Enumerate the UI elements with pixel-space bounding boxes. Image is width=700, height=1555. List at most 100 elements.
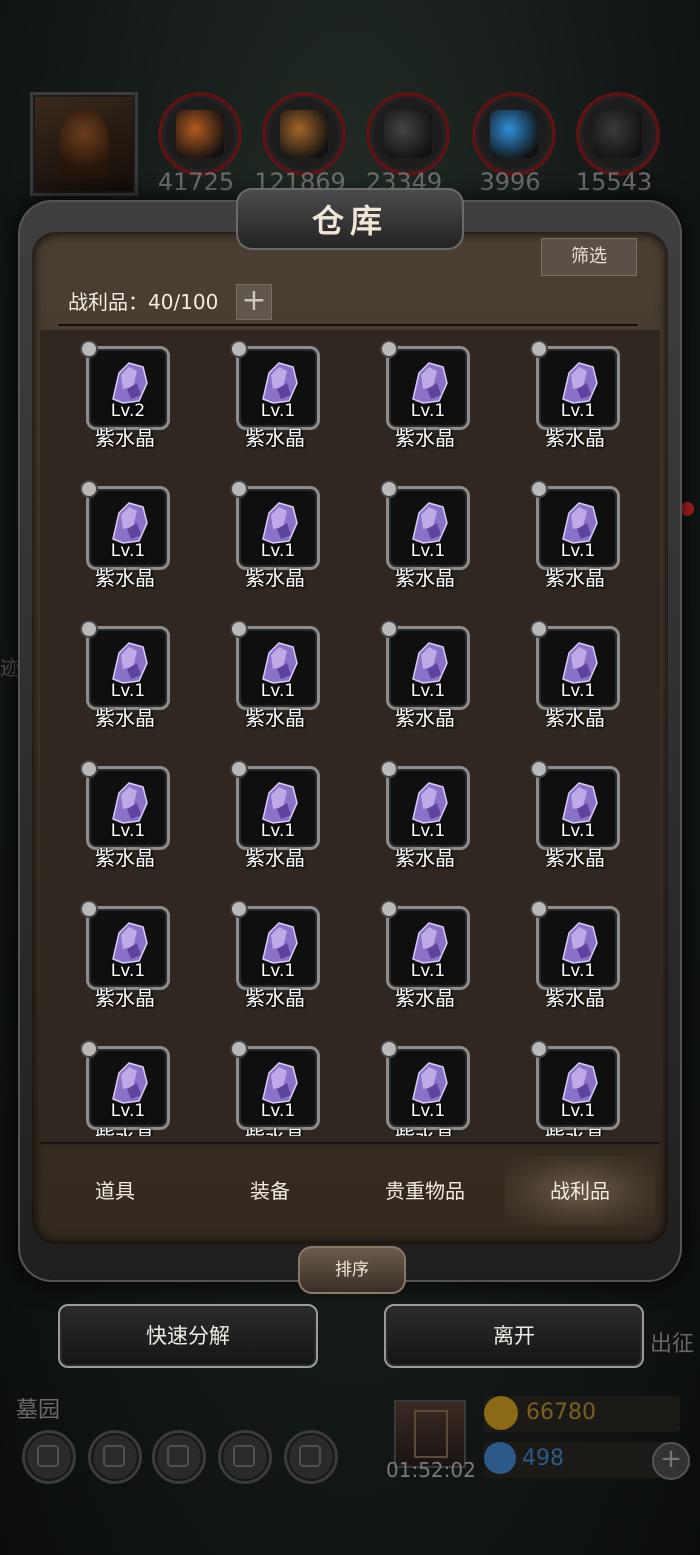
capacity-label: 战利品：40/100 (68, 290, 219, 314)
item-slot[interactable]: Lv.1紫水晶 (50, 470, 200, 590)
item-level: Lv.1 (410, 1101, 446, 1121)
item-slot[interactable]: Lv.1紫水晶 (500, 610, 650, 730)
resource-wood-icon[interactable] (262, 92, 346, 176)
item-level: Lv.1 (410, 681, 446, 701)
item-slot[interactable]: Lv.1紫水晶 (200, 750, 350, 870)
item-slot[interactable]: Lv.1紫水晶 (350, 890, 500, 1010)
sort-button[interactable]: 排序 (298, 1246, 406, 1294)
resource-ore-count: 41725 (157, 168, 235, 196)
amethyst-crystal-icon (562, 782, 598, 824)
item-slot[interactable]: Lv.1紫水晶 (50, 1030, 200, 1136)
item-frame: Lv.1 (536, 626, 620, 710)
cemetery-label: 墓园 (16, 1398, 61, 1423)
item-level: Lv.1 (260, 681, 296, 701)
item-name: 紫水晶 (95, 986, 155, 1010)
resource-iron-icon[interactable] (576, 92, 660, 176)
item-name: 紫水晶 (245, 426, 305, 450)
item-frame: Lv.1 (386, 1046, 470, 1130)
item-slot[interactable]: Lv.1紫水晶 (350, 610, 500, 730)
quick-decompose-button[interactable]: 快速分解 (58, 1304, 318, 1368)
item-level: Lv.1 (560, 401, 596, 421)
item-slot[interactable]: Lv.1紫水晶 (200, 1030, 350, 1136)
item-slot[interactable]: Lv.1紫水晶 (350, 330, 500, 450)
item-name: 紫水晶 (245, 986, 305, 1010)
amethyst-crystal-icon (262, 782, 298, 824)
item-level: Lv.1 (410, 821, 446, 841)
add-currency-button[interactable]: + (652, 1442, 690, 1480)
item-slot[interactable]: Lv.1紫水晶 (200, 470, 350, 590)
tab-2[interactable]: 贵重物品 (350, 1156, 500, 1226)
item-name: 紫水晶 (95, 706, 155, 730)
item-grid[interactable]: Lv.2 紫水晶 Lv.1 紫水晶 Lv.1 紫水晶 Lv.1 紫水晶 Lv.1 紫水晶 Lv.1 紫… (40, 330, 660, 1136)
item-level: Lv.1 (260, 1101, 296, 1121)
item-frame: Lv.1 (386, 346, 470, 430)
expand-capacity-button[interactable]: + (236, 284, 272, 320)
item-slot[interactable]: Lv.1紫水晶 (50, 750, 200, 870)
amethyst-crystal-icon (262, 1062, 298, 1104)
item-frame: Lv.1 (536, 906, 620, 990)
item-name: 紫水晶 (545, 566, 605, 590)
amethyst-crystal-icon (262, 922, 298, 964)
item-level: Lv.1 (560, 681, 596, 701)
expedition-label[interactable]: 出征 (650, 1326, 694, 1358)
menu-icon-3[interactable] (152, 1430, 206, 1484)
item-slot[interactable]: Lv.1紫水晶 (350, 750, 500, 870)
resource-crystal-icon[interactable] (472, 92, 556, 176)
ore-icon (176, 110, 224, 158)
lock-icon (530, 620, 548, 638)
item-level: Lv.1 (110, 1101, 146, 1121)
lock-icon (80, 900, 98, 918)
player-avatar[interactable] (30, 92, 138, 196)
lock-icon (380, 1040, 398, 1058)
tab-3[interactable]: 战利品 (505, 1156, 655, 1226)
item-slot[interactable]: Lv.1紫水晶 (200, 610, 350, 730)
amethyst-crystal-icon (412, 1062, 448, 1104)
item-frame: Lv.1 (86, 486, 170, 570)
item-slot[interactable]: Lv.1 紫水晶 (200, 330, 350, 450)
item-slot[interactable]: Lv.1 紫水晶 (50, 610, 200, 730)
tab-1[interactable]: 装备 (195, 1156, 345, 1226)
lock-icon (530, 900, 548, 918)
item-level: Lv.1 (260, 401, 296, 421)
item-name: 紫水晶 (200, 1122, 350, 1136)
amethyst-crystal-icon (412, 502, 448, 544)
item-slot[interactable]: Lv.1紫水晶 (500, 750, 650, 870)
item-frame: Lv.1 (236, 766, 320, 850)
item-slot[interactable]: Lv.1紫水晶 (350, 1030, 500, 1136)
item-slot[interactable]: Lv.1紫水晶 (500, 470, 650, 590)
lock-icon (530, 760, 548, 778)
item-level: Lv.1 (410, 541, 446, 561)
item-level: Lv.1 (410, 401, 446, 421)
amethyst-crystal-icon (412, 782, 448, 824)
filter-button[interactable]: 筛选 (541, 238, 637, 276)
item-slot[interactable]: Lv.1 紫水晶 (500, 330, 650, 450)
resource-ore-icon[interactable] (158, 92, 242, 176)
item-level: Lv.1 (260, 821, 296, 841)
item-slot[interactable]: Lv.2 紫水晶 (50, 330, 200, 450)
menu-icon-5[interactable] (284, 1430, 338, 1484)
lock-icon (530, 480, 548, 498)
amethyst-crystal-icon (562, 1062, 598, 1104)
item-slot[interactable]: Lv.1紫水晶 (500, 1030, 650, 1136)
menu-icon-4[interactable] (218, 1430, 272, 1484)
menu-icon-1[interactable] (22, 1430, 76, 1484)
resource-stone-icon[interactable] (366, 92, 450, 176)
amethyst-crystal-icon (112, 502, 148, 544)
menu-icon-2[interactable] (88, 1430, 142, 1484)
item-frame: Lv.1 (536, 486, 620, 570)
item-slot[interactable]: Lv.1紫水晶 (200, 890, 350, 1010)
item-level: Lv.2 (110, 401, 146, 421)
item-name: 紫水晶 (545, 426, 605, 450)
amethyst-crystal-icon (562, 362, 598, 404)
notification-dot (680, 502, 694, 516)
item-slot[interactable]: Lv.1紫水晶 (350, 470, 500, 590)
leave-button[interactable]: 离开 (384, 1304, 644, 1368)
item-level: Lv.1 (110, 681, 146, 701)
item-level: Lv.1 (110, 961, 146, 981)
item-slot[interactable]: Lv.1 紫水晶 (50, 890, 200, 1010)
item-frame: Lv.2 (86, 346, 170, 430)
item-slot[interactable]: Lv.1紫水晶 (500, 890, 650, 1010)
item-name: 紫水晶 (95, 846, 155, 870)
amethyst-crystal-icon (412, 642, 448, 684)
tab-0[interactable]: 道具 (40, 1156, 190, 1226)
